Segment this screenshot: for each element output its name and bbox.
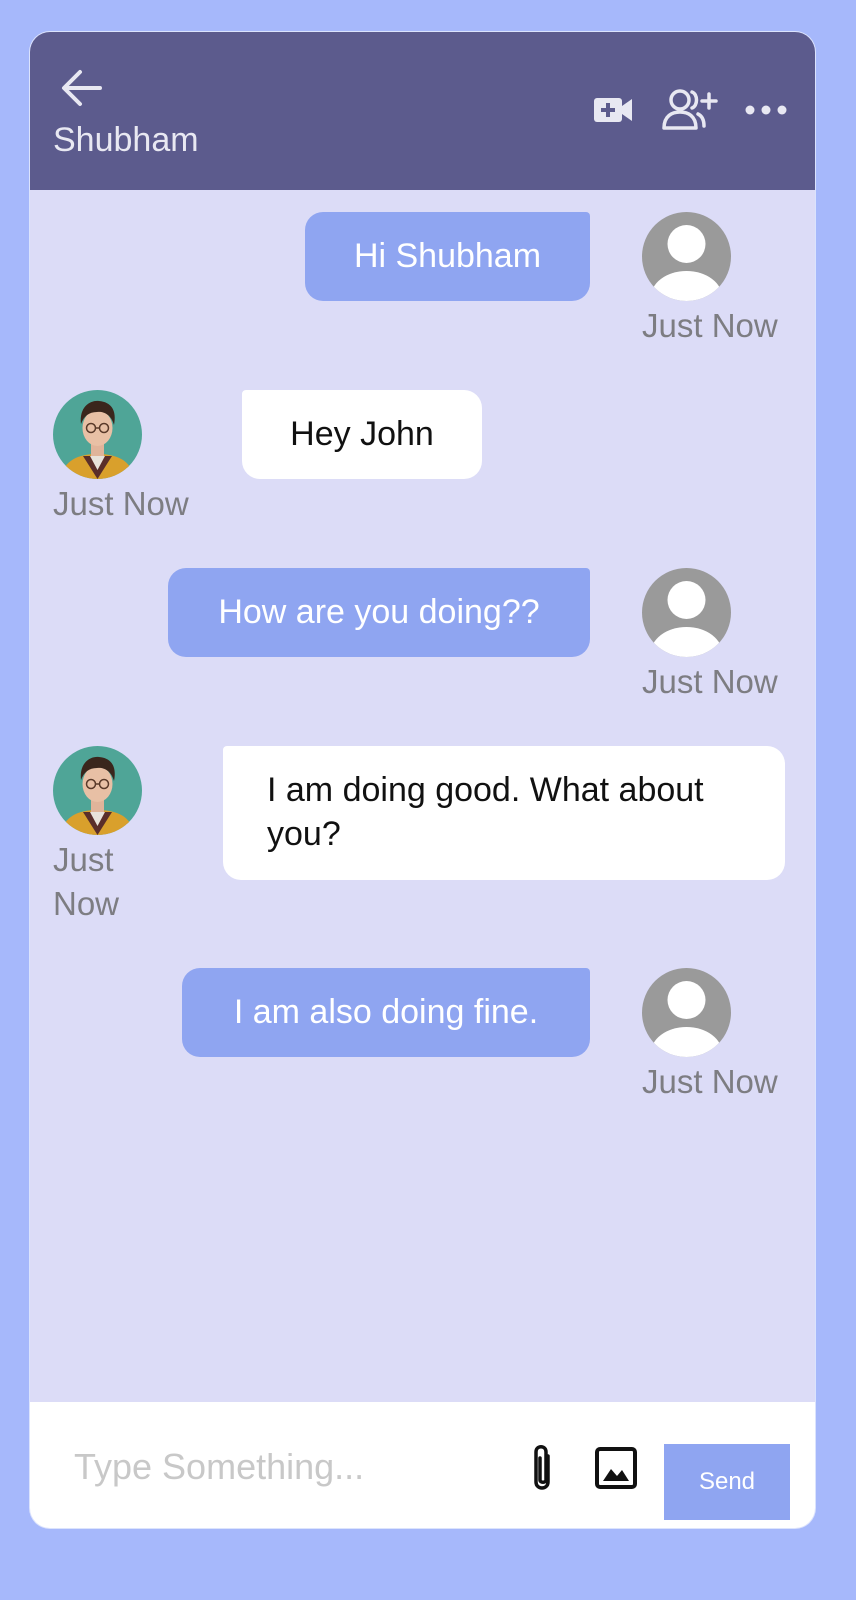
attach-image-button[interactable] [594, 1446, 638, 1490]
contact-avatar [53, 746, 142, 835]
user-avatar [642, 568, 731, 657]
incoming-message-bubble: Hey John [242, 390, 482, 479]
message-timestamp: Just Now [53, 485, 189, 522]
add-user-button[interactable] [662, 88, 718, 132]
video-call-icon [594, 98, 632, 122]
contact-name: Shubham [53, 121, 199, 159]
outgoing-message-bubble: Hi Shubham [305, 212, 590, 301]
contact-avatar-icon [53, 746, 142, 835]
arrow-left-icon [62, 70, 102, 106]
outgoing-message-bubble: I am also doing fine. [182, 968, 590, 1057]
more-options-button[interactable] [744, 96, 788, 124]
user-avatar [642, 212, 731, 301]
message-timestamp: Just Now [53, 841, 120, 922]
image-icon [595, 1447, 637, 1489]
attach-file-button[interactable] [524, 1442, 560, 1496]
contact-avatar [53, 390, 142, 479]
default-avatar-icon [642, 968, 731, 1057]
chat-window: Shubham Hi Shubham Just Now Just Now Hey… [30, 32, 815, 1528]
more-horizontal-icon [745, 105, 787, 115]
default-avatar-icon [642, 212, 731, 301]
message-input[interactable] [72, 1440, 496, 1494]
video-call-button[interactable] [592, 92, 634, 128]
contact-avatar-icon [53, 390, 142, 479]
default-avatar-icon [642, 568, 731, 657]
message-list: Hi Shubham Just Now Just Now Hey John Ho… [30, 190, 815, 1402]
send-button[interactable]: Send [664, 1444, 790, 1520]
chat-header: Shubham [30, 32, 815, 190]
back-button[interactable] [60, 68, 104, 108]
message-timestamp: Just Now [642, 1063, 778, 1100]
add-user-icon [662, 89, 718, 130]
message-composer: Send [30, 1402, 815, 1528]
user-avatar [642, 968, 731, 1057]
paperclip-icon [534, 1445, 550, 1490]
outgoing-message-bubble: How are you doing?? [168, 568, 590, 657]
message-timestamp: Just Now [642, 307, 778, 344]
message-timestamp: Just Now [642, 663, 778, 700]
incoming-message-bubble: I am doing good. What about you? [223, 746, 785, 880]
